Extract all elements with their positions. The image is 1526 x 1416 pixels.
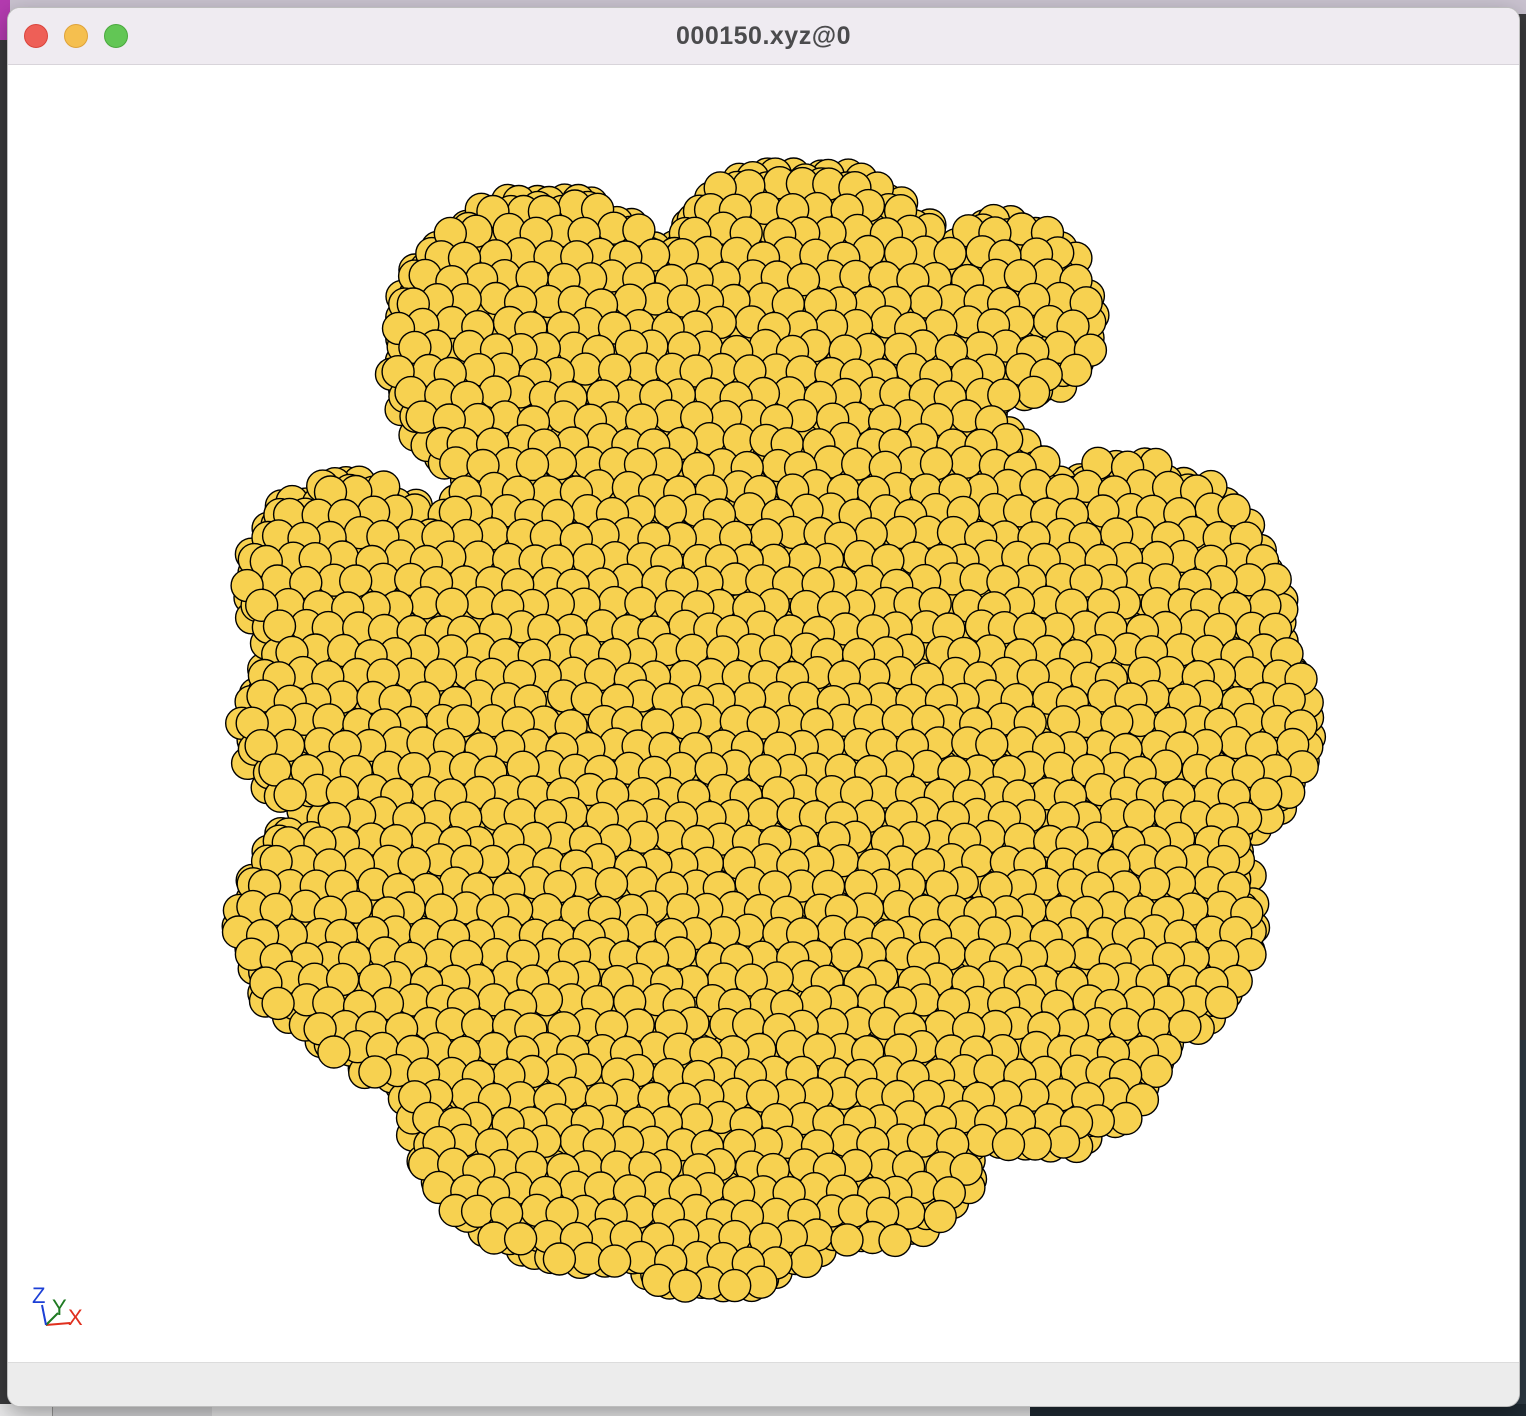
window-titlebar[interactable]: 000150.xyz@0 <box>8 8 1519 65</box>
atom <box>1058 353 1093 387</box>
3d-viewport[interactable]: Z Y X <box>8 65 1519 1362</box>
viewer-window: 000150.xyz@0 Z Y X <box>8 8 1519 1406</box>
atom <box>543 446 578 481</box>
atom <box>1217 493 1251 527</box>
atoms-group <box>221 157 1327 1303</box>
particle-cluster[interactable] <box>8 65 1519 1362</box>
atom <box>1016 375 1051 409</box>
window-title: 000150.xyz@0 <box>676 22 851 50</box>
